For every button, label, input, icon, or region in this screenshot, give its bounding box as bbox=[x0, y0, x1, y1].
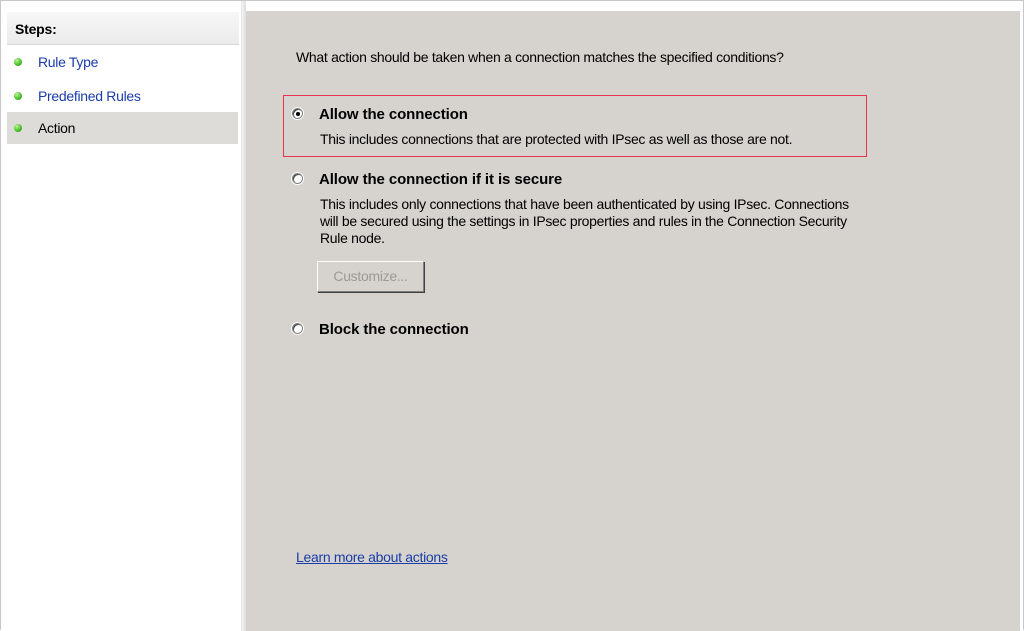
step-predefined-rules[interactable]: Predefined Rules bbox=[7, 80, 238, 112]
block-connection-radio[interactable] bbox=[292, 323, 303, 334]
steps-header-label: Steps: bbox=[15, 21, 57, 37]
customize-button[interactable]: Customize... bbox=[317, 261, 424, 292]
step-status-dot-icon bbox=[14, 58, 22, 66]
option-label[interactable]: Allow the connection bbox=[319, 106, 468, 123]
step-action[interactable]: Action bbox=[7, 112, 238, 144]
option-description-line: will be secured using the settings in IP… bbox=[320, 213, 847, 229]
step-label: Predefined Rules bbox=[38, 88, 141, 104]
step-label: Action bbox=[38, 120, 76, 136]
steps-header: Steps: bbox=[7, 12, 239, 45]
step-rule-type[interactable]: Rule Type bbox=[7, 46, 238, 78]
option-description-line: This includes only connections that have… bbox=[320, 196, 849, 212]
allow-connection-radio[interactable] bbox=[292, 108, 303, 119]
option-label[interactable]: Allow the connection if it is secure bbox=[319, 171, 562, 188]
learn-more-link[interactable]: Learn more about actions bbox=[296, 549, 448, 565]
option-description: This includes connections that are prote… bbox=[320, 131, 793, 147]
step-status-dot-icon bbox=[14, 124, 22, 132]
wizard-window: Steps: Rule Type Predefined Rules Action… bbox=[0, 0, 1024, 631]
allow-if-secure-radio[interactable] bbox=[292, 173, 303, 184]
steps-panel: Steps: Rule Type Predefined Rules Action bbox=[7, 12, 239, 631]
option-label[interactable]: Block the connection bbox=[319, 321, 469, 338]
option-description-line: Rule node. bbox=[320, 230, 385, 246]
question-text: What action should be taken when a conne… bbox=[296, 49, 784, 65]
step-label: Rule Type bbox=[38, 54, 99, 70]
step-status-dot-icon bbox=[14, 92, 22, 100]
content-panel: What action should be taken when a conne… bbox=[246, 11, 1020, 631]
